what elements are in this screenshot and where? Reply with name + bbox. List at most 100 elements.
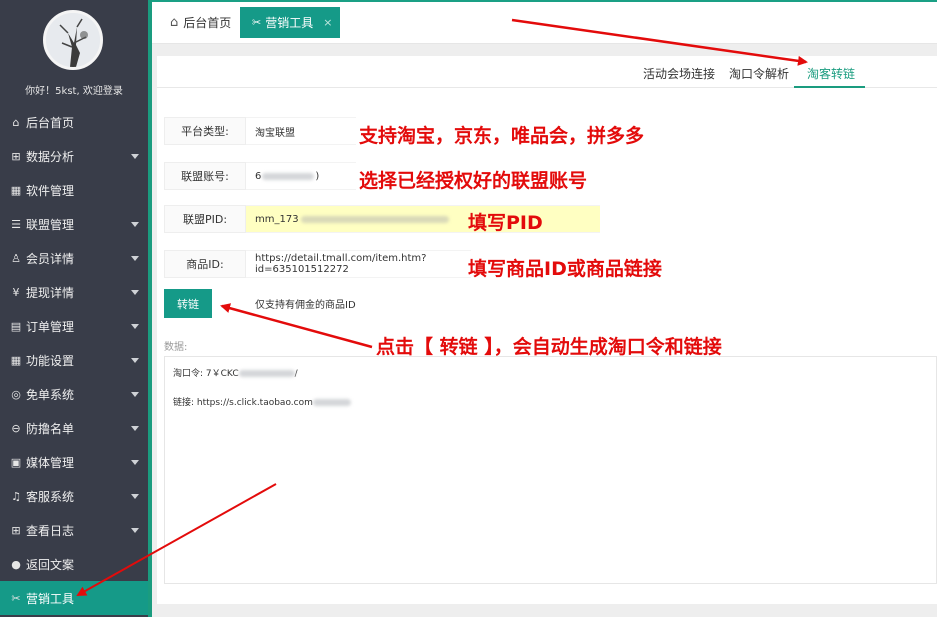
close-icon[interactable]: × <box>323 16 332 29</box>
avatar[interactable] <box>43 10 103 70</box>
annotation-pid: 填写PID <box>468 212 543 234</box>
alliance-icon: ☰ <box>11 217 21 231</box>
pid-value: mm_173 <box>255 213 299 225</box>
chevron-down-icon <box>131 494 139 499</box>
sidebar-item-free-order[interactable]: ◎ 免单系统 <box>0 377 148 411</box>
pid-label: 联盟PID: <box>164 205 246 233</box>
sidebar-item-customer-service[interactable]: ♫ 客服系统 <box>0 479 148 513</box>
sidebar-item-media[interactable]: ▣ 媒体管理 <box>0 445 148 479</box>
pid-blurred <box>300 215 449 223</box>
customer-service-icon: ♫ <box>11 489 21 503</box>
sidebar-nav: ⌂ 后台首页 ⊞ 数据分析 ▦ 软件管理 ☰ 联盟管理 ♙ 会员详情 ¥ 提现详情 ▤ 订单管理 ▦ 功能设置… <box>0 105 148 615</box>
sidebar-item-label: 功能设置 <box>26 353 75 368</box>
sidebar-item-label: 会员详情 <box>26 251 75 266</box>
chevron-down-icon <box>131 528 139 533</box>
account-row: 联盟账号: 6 ) <box>164 162 356 190</box>
subtab-active-underline <box>794 86 865 88</box>
sidebar-item-label: 后台首页 <box>26 115 75 130</box>
sidebar-item-logs[interactable]: ⊞ 查看日志 <box>0 513 148 547</box>
chevron-down-icon <box>131 392 139 397</box>
withdraw-icon: ¥ <box>12 285 20 299</box>
chevron-down-icon <box>131 460 139 465</box>
avatar-image <box>46 13 100 67</box>
data-analysis-icon: ⊞ <box>11 149 21 163</box>
free-order-icon: ◎ <box>11 387 21 401</box>
data-label: 数据: <box>164 342 188 353</box>
chevron-down-icon <box>131 154 139 159</box>
scissors-icon: ✂ <box>252 16 262 29</box>
tab-home[interactable]: ⌂ 后台首页 <box>170 12 231 32</box>
annotation-convert: 点击【 转链 】，会自动生成淘口令和链接 <box>376 336 722 358</box>
result-taokouling-text: 淘口令: 7￥CKC <box>173 369 239 379</box>
convert-hint: 仅支持有佣金的商品ID <box>255 300 356 311</box>
logs-icon: ⊞ <box>11 523 21 537</box>
chevron-down-icon <box>131 256 139 261</box>
home-icon: ⌂ <box>170 14 179 30</box>
tab-marketing-tools[interactable]: ✂ 营销工具 × <box>240 7 340 38</box>
chevron-down-icon <box>131 290 139 295</box>
sidebar-item-label: 客服系统 <box>26 489 75 504</box>
software-icon: ▦ <box>10 183 22 197</box>
result-taokouling: 淘口令: 7￥CKC / <box>173 366 298 379</box>
sidebar-item-settings[interactable]: ▦ 功能设置 <box>0 343 148 377</box>
pid-input[interactable]: mm_173 <box>246 205 600 233</box>
convert-button[interactable]: 转链 <box>164 289 212 318</box>
sidebar-item-label: 返回文案 <box>26 557 75 572</box>
tab-marketing-tools-label: 营销工具 <box>265 16 314 30</box>
sidebar-item-label: 查看日志 <box>26 523 75 538</box>
home-icon: ⌂ <box>12 115 20 129</box>
product-input[interactable]: https://detail.tmall.com/item.htm?id=635… <box>246 250 471 278</box>
account-label: 联盟账号: <box>164 162 246 190</box>
annotation-product: 填写商品ID或商品链接 <box>468 258 662 280</box>
sidebar-item-label: 订单管理 <box>26 319 75 334</box>
chevron-down-icon <box>131 358 139 363</box>
chevron-down-icon <box>131 324 139 329</box>
sidebar-item-label: 联盟管理 <box>26 217 75 232</box>
media-icon: ▣ <box>10 455 22 469</box>
sidebar-item-anti-fraud[interactable]: ⊖ 防撸名单 <box>0 411 148 445</box>
sidebar-item-alliance[interactable]: ☰ 联盟管理 <box>0 207 148 241</box>
platform-select[interactable]: 淘宝联盟 <box>246 117 356 145</box>
sidebar-item-label: 媒体管理 <box>26 455 75 470</box>
annotation-platform: 支持淘宝，京东，唯品会，拼多多 <box>359 125 645 147</box>
sidebar-item-label: 提现详情 <box>26 285 75 300</box>
subtab-taokouling-parse[interactable]: 淘口令解析 <box>729 65 789 82</box>
sidebar-item-home[interactable]: ⌂ 后台首页 <box>0 105 148 139</box>
sidebar-item-label: 免单系统 <box>26 387 75 402</box>
sidebar-item-label: 营销工具 <box>26 591 75 606</box>
account-value-end: ) <box>315 170 320 182</box>
sub-tabs: 活动会场连接 淘口令解析 淘客转链 <box>157 56 937 88</box>
sidebar-item-marketing-tools[interactable]: ✂ 营销工具 <box>0 581 148 615</box>
chevron-down-icon <box>131 426 139 431</box>
return-copy-icon: ● <box>11 557 21 571</box>
tab-home-label: 后台首页 <box>183 15 232 30</box>
subtab-activity-link[interactable]: 活动会场连接 <box>643 65 715 82</box>
top-accent-line <box>152 0 937 2</box>
result-textarea[interactable]: 淘口令: 7￥CKC / 链接: https://s.click.taobao.c… <box>164 356 937 584</box>
account-select[interactable]: 6 ) <box>246 162 356 190</box>
subtab-taoke-convert[interactable]: 淘客转链 <box>807 65 855 82</box>
result-link: 链接: https://s.click.taobao.com <box>173 395 351 408</box>
sidebar-item-return-copy[interactable]: ● 返回文案 <box>0 547 148 581</box>
link-blurred <box>312 399 351 406</box>
welcome-text: 你好！5kst, 欢迎登录 <box>25 86 123 97</box>
sidebar-item-label: 数据分析 <box>26 149 75 164</box>
account-value-start: 6 <box>255 170 262 182</box>
annotation-account: 选择已经授权好的联盟账号 <box>359 170 588 192</box>
account-blurred <box>262 172 315 180</box>
sidebar-item-withdraw[interactable]: ¥ 提现详情 <box>0 275 148 309</box>
sidebar-item-members[interactable]: ♙ 会员详情 <box>0 241 148 275</box>
sidebar-item-data-analysis[interactable]: ⊞ 数据分析 <box>0 139 148 173</box>
sidebar: 你好！5kst, 欢迎登录 ⌂ 后台首页 ⊞ 数据分析 ▦ 软件管理 ☰ 联盟管理 ♙ 会员详情 ¥… <box>0 0 148 617</box>
sidebar-item-label: 防撸名单 <box>26 421 75 436</box>
sidebar-item-label: 软件管理 <box>26 183 75 198</box>
sidebar-item-orders[interactable]: ▤ 订单管理 <box>0 309 148 343</box>
platform-row: 平台类型: 淘宝联盟 <box>164 117 356 145</box>
anti-fraud-icon: ⊖ <box>11 421 21 435</box>
sidebar-item-software[interactable]: ▦ 软件管理 <box>0 173 148 207</box>
result-taokouling-end: / <box>294 369 298 379</box>
result-link-text: 链接: https://s.click.taobao.com <box>173 398 313 408</box>
product-row: 商品ID: https://detail.tmall.com/item.htm?… <box>164 250 471 278</box>
platform-label: 平台类型: <box>164 117 246 145</box>
marketing-tools-icon: ✂ <box>11 591 21 605</box>
